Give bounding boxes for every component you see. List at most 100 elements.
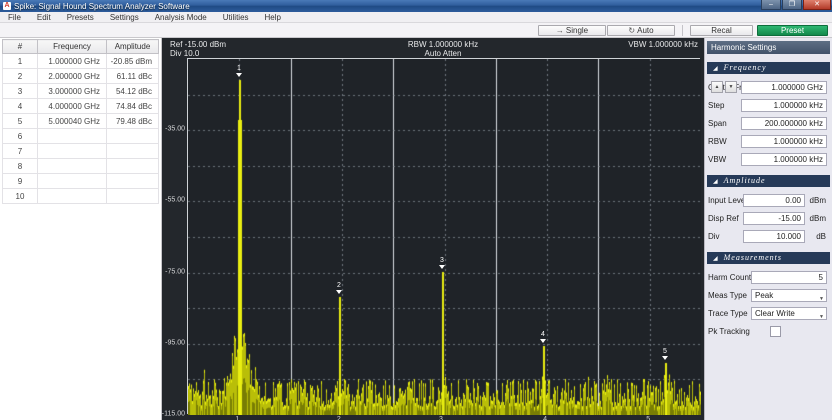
maximize-button[interactable]: ❐ (782, 0, 802, 10)
menu-item-file[interactable]: File (0, 12, 29, 23)
cell-frequency (38, 189, 107, 204)
center-freq-step-up-button[interactable]: ▲ (711, 81, 723, 93)
div-readout: Div 10.0 (170, 49, 199, 58)
recal-button[interactable]: Recal (690, 25, 753, 36)
table-row[interactable]: 55.000040 GHz79.48 dBc (3, 114, 159, 129)
cell-frequency (38, 174, 107, 189)
y-axis-label: -95.00 (165, 339, 185, 346)
vbw-readout: VBW 1.000000 kHz (628, 40, 698, 49)
menu-item-analysis-mode[interactable]: Analysis Mode (147, 12, 215, 23)
ref-level-readout: Ref -15.00 dBm (170, 40, 226, 49)
chevron-down-icon: ▼ (819, 293, 824, 305)
auto-button[interactable]: ↻Auto (607, 25, 675, 36)
center-freq-input[interactable]: 1.000000 GHz (741, 81, 827, 94)
cell-amplitude: 54.12 dBc (107, 84, 159, 99)
y-axis-label: -55.00 (165, 197, 185, 204)
collapse-icon: ◢ (713, 253, 719, 265)
section-header-frequency[interactable]: ◢Frequency (707, 62, 830, 74)
field-disp-ref: Disp Ref dBm -15.00 (708, 210, 829, 226)
table-row[interactable]: 33.000000 GHz54.12 dBc (3, 84, 159, 99)
div-input[interactable]: 10.000 (743, 230, 805, 243)
cell-frequency: 5.000040 GHz (38, 114, 107, 129)
table-row[interactable]: 6 (3, 129, 159, 144)
field-rbw: RBW 1.000000 kHz (708, 133, 829, 149)
menu-item-presets[interactable]: Presets (59, 12, 102, 23)
cell-amplitude (107, 174, 159, 189)
cell-n: 8 (3, 159, 38, 174)
title-bar[interactable]: A Spike: Signal Hound Spectrum Analyzer … (0, 0, 832, 12)
x-axis-tick-label: 5 (646, 416, 650, 420)
preset-button[interactable]: Preset (757, 25, 828, 36)
table-row[interactable]: 8 (3, 159, 159, 174)
toolbar-separator (682, 25, 683, 36)
table-row[interactable]: 7 (3, 144, 159, 159)
plot-area[interactable] (187, 58, 700, 414)
collapse-icon: ◢ (713, 176, 719, 188)
meas-type-dropdown[interactable]: Peak▼ (751, 289, 827, 302)
field-vbw: VBW 1.000000 kHz (708, 151, 829, 167)
section-header-amplitude[interactable]: ◢Amplitude (707, 175, 830, 187)
menu-item-utilities[interactable]: Utilities (215, 12, 257, 23)
harmonic-settings-panel: Harmonic Settings ◢Frequency Center Freq… (704, 38, 832, 420)
step-input[interactable]: 1.000000 kHz (741, 99, 827, 112)
cell-n: 5 (3, 114, 38, 129)
center-freq-step-down-button[interactable]: ▼ (725, 81, 737, 93)
cell-n: 10 (3, 189, 38, 204)
col-header-frequency: Frequency (38, 40, 107, 54)
minimize-button[interactable]: – (761, 0, 781, 10)
pk-tracking-checkbox[interactable] (770, 326, 781, 337)
cell-n: 3 (3, 84, 38, 99)
harm-count-input[interactable]: 5 (751, 271, 827, 284)
col-header-index: # (3, 40, 38, 54)
spectrum-trace-canvas[interactable] (188, 59, 701, 415)
chevron-down-icon: ▼ (819, 311, 824, 323)
x-axis-tick-label: 2 (337, 416, 341, 420)
spectrum-display[interactable]: Ref -15.00 dBm Div 10.0 RBW 1.000000 kHz… (162, 38, 704, 420)
field-div: Div dB 10.000 (708, 228, 829, 244)
x-axis-tick-label: 3 (439, 416, 443, 420)
rbw-readout: RBW 1.000000 kHz (408, 40, 478, 49)
section-header-measurements[interactable]: ◢Measurements (707, 252, 830, 264)
cell-amplitude (107, 159, 159, 174)
x-axis-tick-label: 1 (235, 416, 239, 420)
cell-n: 9 (3, 174, 38, 189)
table-row[interactable]: 9 (3, 174, 159, 189)
cell-amplitude: 74.84 dBc (107, 99, 159, 114)
y-axis-label: -115.00 (162, 411, 185, 418)
disp-ref-input[interactable]: -15.00 (743, 212, 805, 225)
cell-n: 4 (3, 99, 38, 114)
cell-frequency: 1.000000 GHz (38, 54, 107, 69)
table-row[interactable]: 44.000000 GHz74.84 dBc (3, 99, 159, 114)
field-input-level: Input Level dBm 0.00 (708, 192, 829, 208)
table-row[interactable]: 10 (3, 189, 159, 204)
cell-frequency: 2.000000 GHz (38, 69, 107, 84)
input-level-input[interactable]: 0.00 (743, 194, 805, 207)
input-level-unit: dBm (810, 196, 826, 205)
menu-item-settings[interactable]: Settings (102, 12, 147, 23)
single-sweep-icon: → (556, 26, 564, 35)
cell-amplitude: -20.85 dBm (107, 54, 159, 69)
cell-frequency (38, 159, 107, 174)
span-input[interactable]: 200.000000 kHz (741, 117, 827, 130)
table-row[interactable]: 22.000000 GHz61.11 dBc (3, 69, 159, 84)
cell-amplitude (107, 144, 159, 159)
cell-amplitude (107, 129, 159, 144)
harmonics-table-body: 11.000000 GHz-20.85 dBm22.000000 GHz61.1… (3, 54, 159, 204)
table-row[interactable]: 11.000000 GHz-20.85 dBm (3, 54, 159, 69)
close-button[interactable]: ✕ (803, 0, 831, 10)
panel-title: Harmonic Settings (707, 41, 830, 54)
trace-type-dropdown[interactable]: Clear Write▼ (751, 307, 827, 320)
vbw-input[interactable]: 1.000000 kHz (741, 153, 827, 166)
field-pk-tracking: Pk Tracking (708, 323, 829, 339)
menu-item-edit[interactable]: Edit (29, 12, 59, 23)
cell-amplitude: 79.48 dBc (107, 114, 159, 129)
rbw-input[interactable]: 1.000000 kHz (741, 135, 827, 148)
menu-item-help[interactable]: Help (257, 12, 289, 23)
harmonics-table: # Frequency Amplitude 11.000000 GHz-20.8… (2, 39, 159, 204)
x-axis-tick-label: 4 (543, 416, 547, 420)
cell-frequency: 4.000000 GHz (38, 99, 107, 114)
field-trace-type: Trace Type Clear Write▼ (708, 305, 829, 321)
cell-frequency: 3.000000 GHz (38, 84, 107, 99)
single-button[interactable]: →Single (538, 25, 606, 36)
col-header-amplitude: Amplitude (107, 40, 159, 54)
